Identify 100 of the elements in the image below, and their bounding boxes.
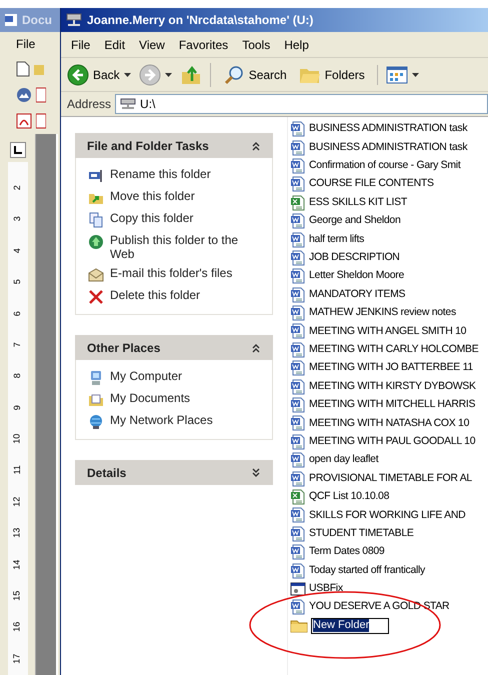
file-name[interactable]: open day leaflet bbox=[309, 452, 378, 468]
file-name[interactable]: Term Dates 0809 bbox=[309, 544, 384, 560]
file-name[interactable]: MEETING WITH KIRSTY DYBOWSK bbox=[309, 378, 476, 395]
file-name[interactable]: STUDENT TIMETABLE bbox=[309, 526, 414, 542]
document-icon bbox=[290, 121, 306, 138]
file-name[interactable]: BUSINESS ADMINISTRATION task bbox=[309, 121, 468, 138]
collapse-icon[interactable] bbox=[251, 140, 261, 150]
document-icon bbox=[290, 250, 306, 266]
folder-document-icon bbox=[88, 392, 104, 408]
menu-item[interactable]: Help bbox=[284, 36, 309, 54]
file-name[interactable]: MEETING WITH CARLY HOLCOMBE bbox=[309, 342, 478, 358]
file-name[interactable]: MANDATORY ITEMS bbox=[309, 286, 406, 303]
pdf-icon[interactable] bbox=[36, 113, 46, 129]
file-name[interactable]: QCF List 10.10.08 bbox=[309, 489, 390, 505]
address-field[interactable]: U:\ bbox=[115, 94, 488, 114]
document-icon bbox=[290, 286, 306, 303]
file-name[interactable]: USBFix bbox=[309, 581, 343, 597]
document-icon bbox=[290, 232, 306, 248]
folders-button[interactable]: Folders bbox=[298, 64, 378, 84]
pane-header[interactable]: Other Places bbox=[75, 335, 273, 360]
task-link[interactable]: Copy this folder bbox=[110, 211, 194, 225]
envelope-icon bbox=[88, 267, 104, 283]
file-name[interactable]: COURSE FILE CONTENTS bbox=[309, 176, 434, 192]
document-icon bbox=[290, 268, 306, 284]
task-link[interactable]: My Documents bbox=[110, 391, 190, 405]
delete-icon bbox=[88, 289, 104, 305]
document-icon bbox=[290, 562, 306, 579]
ruler-number: 16 bbox=[10, 622, 23, 632]
document-icon bbox=[290, 452, 306, 468]
file-name[interactable]: MEETING WITH MITCHELL HARRIS bbox=[309, 397, 476, 413]
file-name[interactable]: SKILLS FOR WORKING LIFE AND bbox=[309, 508, 466, 524]
menu-item[interactable]: File bbox=[71, 36, 90, 54]
caret-icon[interactable] bbox=[124, 72, 131, 76]
task-link[interactable]: Publish this folder to the Web bbox=[110, 233, 260, 261]
file-name[interactable]: George and Sheldon bbox=[309, 213, 401, 230]
document-icon bbox=[290, 415, 306, 432]
ruler-number: 13 bbox=[10, 528, 23, 538]
rename-icon bbox=[88, 168, 104, 184]
tab-stop-selector[interactable] bbox=[10, 142, 26, 158]
ruler-number: 12 bbox=[10, 496, 23, 507]
caret-icon[interactable] bbox=[412, 72, 419, 76]
spreadsheet-icon bbox=[290, 489, 306, 505]
collapse-icon[interactable] bbox=[251, 342, 261, 352]
spreadsheet-icon bbox=[290, 194, 306, 211]
menu-item[interactable]: View bbox=[139, 36, 165, 54]
document-icon bbox=[290, 378, 306, 395]
file-name[interactable]: PROVISIONAL TIMETABLE FOR AL bbox=[309, 470, 472, 486]
file-name[interactable]: Today started off frantically bbox=[309, 562, 426, 578]
document-icon[interactable] bbox=[36, 87, 46, 103]
task-link[interactable]: Delete this folder bbox=[110, 288, 200, 302]
ruler-number: 15 bbox=[10, 590, 23, 601]
folder-up-icon[interactable] bbox=[180, 64, 202, 86]
ruler-number: 17 bbox=[10, 654, 23, 664]
address-label: Address bbox=[67, 96, 112, 113]
pdf-icon[interactable] bbox=[16, 113, 32, 129]
file-name[interactable]: Letter Sheldon Moore bbox=[309, 268, 404, 284]
caret-icon[interactable] bbox=[164, 72, 172, 76]
document-icon bbox=[290, 323, 306, 340]
file-name[interactable]: half term lifts bbox=[309, 232, 364, 248]
ruler-number: 9 bbox=[10, 404, 23, 410]
file-name[interactable]: JOB DESCRIPTION bbox=[309, 250, 400, 266]
task-link[interactable]: My Computer bbox=[110, 369, 182, 383]
document-icon bbox=[290, 213, 306, 230]
search-button[interactable]: Search bbox=[222, 64, 287, 86]
file-name[interactable]: YOU DESERVE A GOLD STAR bbox=[309, 599, 450, 616]
file-name[interactable]: ESS SKILLS KIT LIST bbox=[309, 194, 407, 211]
file-name[interactable]: MEETING WITH PAUL GOODALL 10 bbox=[309, 434, 476, 450]
document-icon bbox=[290, 158, 306, 174]
task-link[interactable]: Move this folder bbox=[110, 189, 195, 203]
views-icon[interactable] bbox=[386, 66, 408, 84]
new-document-icon[interactable] bbox=[16, 61, 30, 77]
document-icon bbox=[290, 526, 306, 542]
file-name[interactable]: MEETING WITH ANGEL SMITH 10 bbox=[309, 324, 466, 340]
file-name[interactable]: MATHEW JENKINS review notes bbox=[309, 305, 456, 321]
back-button[interactable]: Back bbox=[67, 64, 120, 86]
pane-header[interactable]: Details bbox=[75, 460, 273, 485]
file-name[interactable]: BUSINESS ADMINISTRATION task bbox=[309, 140, 468, 156]
file-name[interactable]: MEETING WITH JO BATTERBEE 11 bbox=[309, 360, 473, 376]
menu-item[interactable]: Tools bbox=[242, 36, 270, 54]
mountain-icon[interactable] bbox=[16, 87, 32, 103]
ruler-number: 2 bbox=[10, 185, 23, 190]
rename-field[interactable]: New Folder bbox=[311, 618, 389, 634]
expand-icon[interactable] bbox=[251, 468, 261, 478]
menu-item[interactable]: File bbox=[16, 35, 36, 53]
file-name[interactable]: Confirmation of course - Gary Smit bbox=[309, 158, 460, 174]
pane-header[interactable]: File and Folder Tasks bbox=[75, 133, 273, 158]
document-icon bbox=[290, 599, 306, 616]
document-icon bbox=[290, 397, 306, 414]
menu-item[interactable]: Favorites bbox=[178, 36, 228, 54]
ruler-number: 6 bbox=[10, 310, 23, 316]
file-name[interactable]: MEETING WITH NATASHA COX 10 bbox=[309, 416, 470, 432]
document-icon bbox=[290, 434, 306, 450]
copy-icon bbox=[88, 212, 104, 228]
task-link[interactable]: E-mail this folder's files bbox=[110, 266, 232, 280]
menu-item[interactable]: Edit bbox=[104, 36, 126, 54]
ruler-number: 10 bbox=[10, 434, 23, 444]
document-icon bbox=[4, 13, 18, 27]
task-link[interactable]: My Network Places bbox=[110, 413, 213, 427]
document-icon bbox=[290, 176, 306, 192]
task-link[interactable]: Rename this folder bbox=[110, 167, 211, 181]
